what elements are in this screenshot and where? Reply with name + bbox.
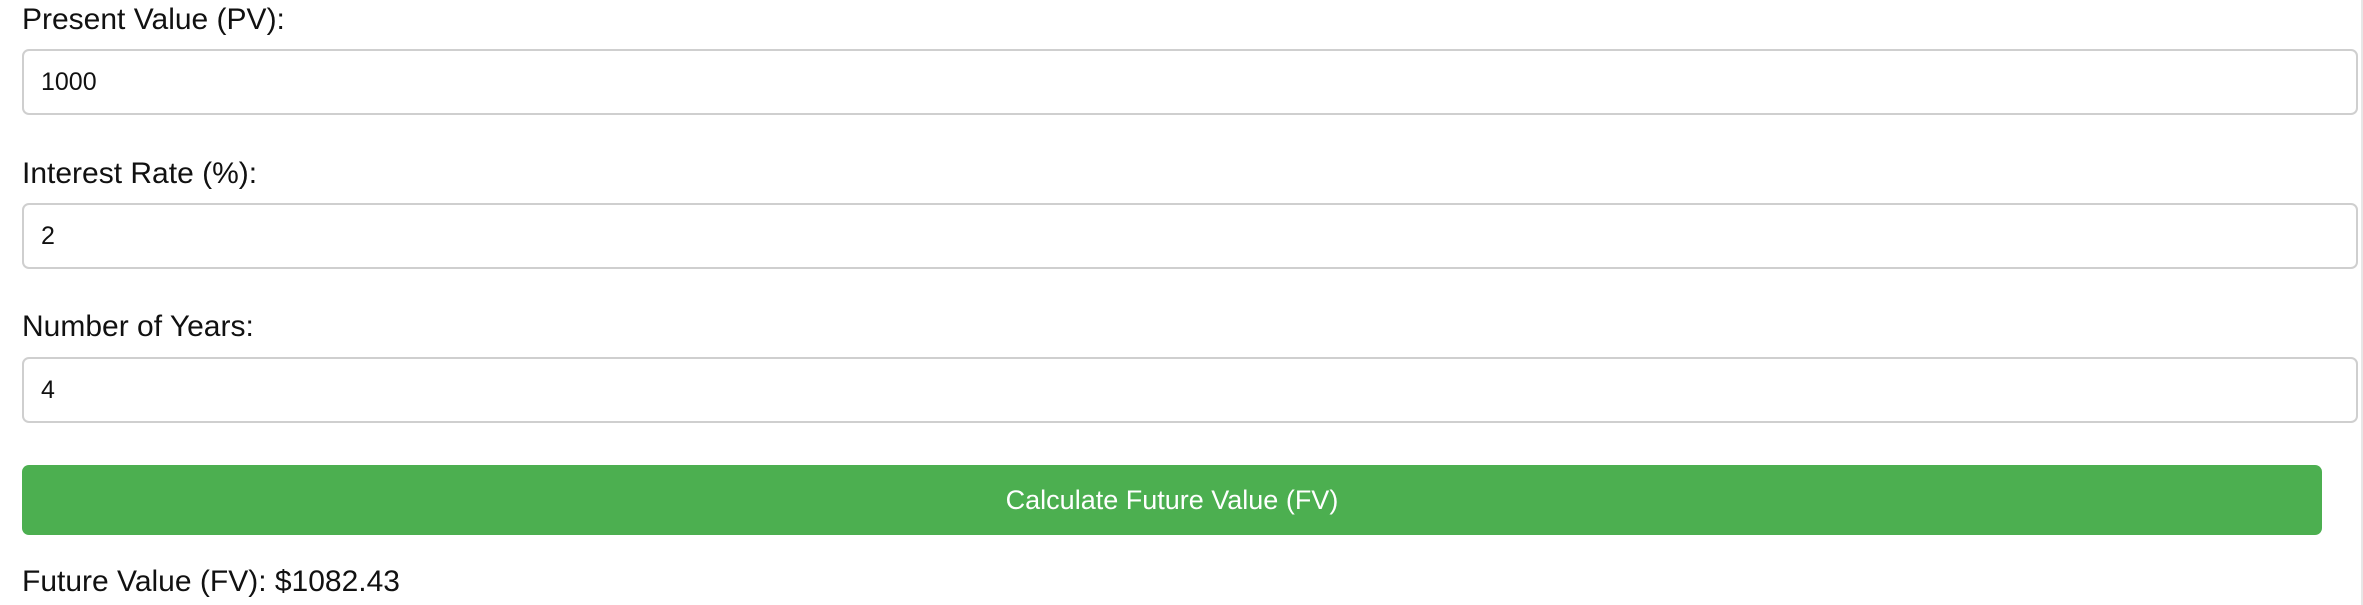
interest-rate-input[interactable]	[22, 203, 2358, 269]
number-of-years-label: Number of Years:	[22, 310, 254, 343]
present-value-label: Present Value (PV):	[22, 3, 285, 36]
present-value-input[interactable]	[22, 49, 2358, 115]
interest-rate-label: Interest Rate (%):	[22, 157, 258, 190]
calculate-fv-button[interactable]: Calculate Future Value (FV)	[22, 465, 2322, 535]
future-value-calculator: Present Value (PV): Interest Rate (%): N…	[0, 0, 2363, 605]
future-value-result: Future Value (FV): $1082.43	[22, 565, 400, 598]
number-of-years-input[interactable]	[22, 357, 2358, 423]
